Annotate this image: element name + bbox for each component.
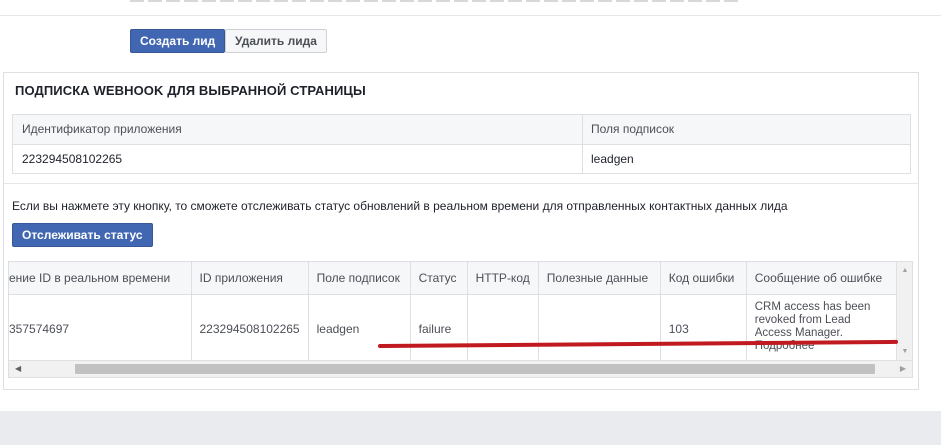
cropped-header-text <box>130 0 740 2</box>
subscription-table: Идентификатор приложения Поля подписок 2… <box>12 114 911 174</box>
column-header-http-code: HTTP-код <box>467 262 539 295</box>
create-lead-button[interactable]: Создать лид <box>130 29 226 53</box>
column-header-error-code: Код ошибки <box>660 262 747 295</box>
status-table-scroll-area[interactable]: ение ID в реальном времени ID приложения… <box>8 261 913 378</box>
scroll-down-icon[interactable]: ▼ <box>897 346 912 358</box>
column-header-realtime-id: ение ID в реальном времени <box>9 262 192 295</box>
column-header-error-message: Сообщение об ошибке <box>746 262 897 295</box>
column-header-app-id: Идентификатор приложения <box>13 115 583 144</box>
column-header-app-id: ID приложения <box>191 262 309 295</box>
status-help-text: Если вы нажмете эту кнопку, то сможете о… <box>12 199 788 213</box>
table-row: 223294508102265 leadgen <box>13 144 910 173</box>
scroll-left-icon[interactable]: ◀ <box>15 363 21 375</box>
track-status-button[interactable]: Отслеживать статус <box>12 223 153 247</box>
section-divider <box>4 183 918 184</box>
status-header-row: ение ID в реальном времени ID приложения… <box>9 262 897 295</box>
cell-error-message: CRM access has been revoked from Lead Ac… <box>746 294 897 364</box>
footer-bar <box>0 411 941 445</box>
table-row: 357574697 223294508102265 leadgen failur… <box>9 294 897 364</box>
table-header-row: Идентификатор приложения Поля подписок <box>13 115 910 144</box>
status-table: ение ID в реальном времени ID приложения… <box>9 262 897 364</box>
panel-title: ПОДПИСКА WEBHOOK ДЛЯ ВЫБРАННОЙ СТРАНИЦЫ <box>15 83 366 98</box>
cell-realtime-id: 357574697 <box>9 294 192 364</box>
column-header-fields: Поля подписок <box>591 122 675 136</box>
column-header-status: Статус <box>410 262 468 295</box>
cell-app-id: 223294508102265 <box>191 294 309 364</box>
column-header-payload: Полезные данные <box>538 262 661 295</box>
scroll-up-icon[interactable]: ▲ <box>897 265 912 277</box>
horizontal-scrollbar[interactable]: ◀ ▶ <box>9 360 912 377</box>
delete-lead-button[interactable]: Удалить лида <box>225 29 327 53</box>
cell-error-code: 103 <box>660 294 747 364</box>
cropped-header <box>0 0 941 16</box>
column-header-field: Поле подписок <box>308 262 411 295</box>
cell-http-code <box>467 294 539 364</box>
cell-fields: leadgen <box>591 152 634 166</box>
cell-payload <box>538 294 661 364</box>
cell-field: leadgen <box>308 294 411 364</box>
horizontal-scroll-thumb[interactable] <box>75 364 875 374</box>
vertical-scrollbar[interactable]: ▲ ▼ <box>896 262 912 360</box>
scroll-right-icon[interactable]: ▶ <box>900 363 906 375</box>
cell-app-id: 223294508102265 <box>13 145 583 173</box>
error-message-text: CRM access has been revoked from Lead Ac… <box>754 300 871 352</box>
cell-status: failure <box>410 294 468 364</box>
